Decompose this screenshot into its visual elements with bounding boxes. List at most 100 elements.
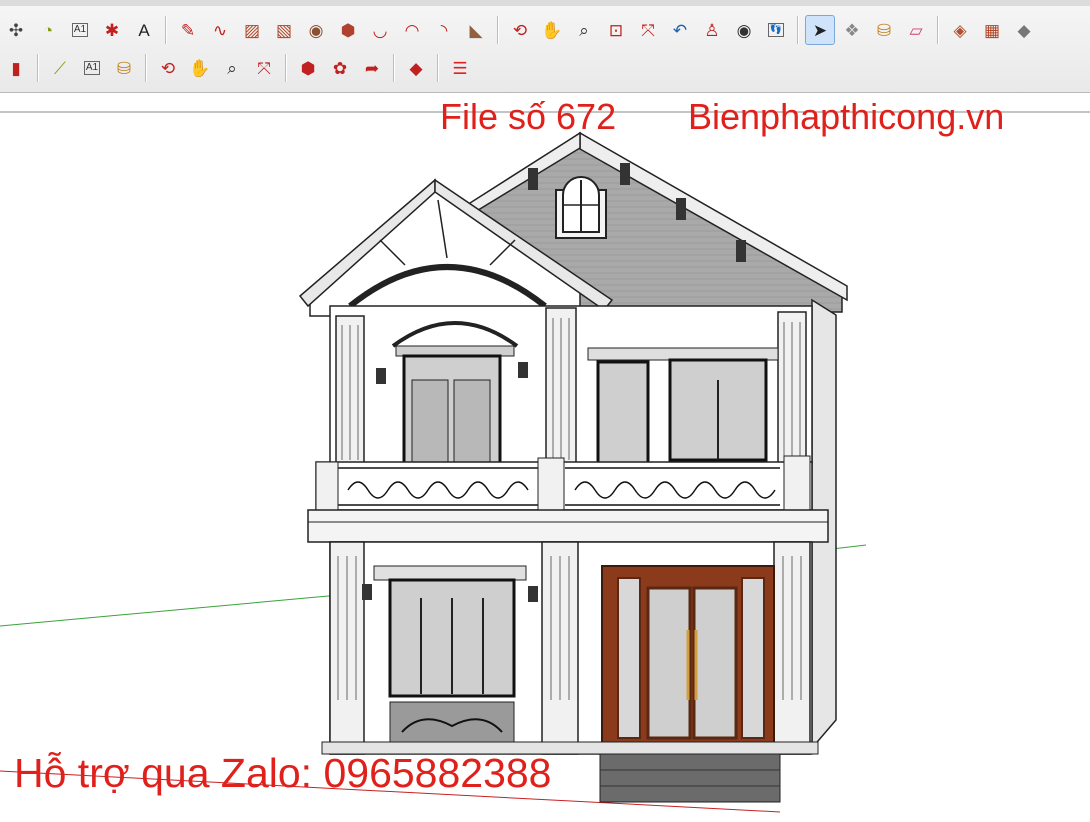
paint-button[interactable]: ⛁ bbox=[109, 53, 139, 83]
orbit-icon: ⟲ bbox=[512, 20, 528, 40]
floor-slab bbox=[307, 509, 829, 543]
dimension-text-button[interactable]: A1 bbox=[77, 53, 107, 83]
push-pull-button[interactable]: ▮ bbox=[1, 53, 31, 83]
pan-small-button[interactable]: ✋ bbox=[185, 53, 215, 83]
circle-button[interactable]: ◉ bbox=[301, 15, 331, 45]
components-icon: ✿ bbox=[332, 58, 348, 78]
eraser-icon: ▱ bbox=[909, 20, 923, 40]
grid-button[interactable]: ▦ bbox=[977, 15, 1007, 45]
watermark-file-number: File số 672 bbox=[440, 96, 617, 137]
paint-bucket-button[interactable]: ⛁ bbox=[869, 15, 899, 45]
look-around-button[interactable]: ◉ bbox=[729, 15, 759, 45]
toolbar-separator bbox=[497, 16, 499, 44]
rotated-rectangle-button[interactable]: ▧ bbox=[269, 15, 299, 45]
tape-measure-icon: ⟋ bbox=[54, 58, 66, 78]
arc-icon: ◡ bbox=[372, 20, 388, 40]
ruby-extension-icon: ◆ bbox=[409, 58, 423, 78]
entry-steps bbox=[599, 753, 781, 803]
warehouse-icon: ⬢ bbox=[300, 58, 316, 78]
sandbox-icon: ◈ bbox=[953, 20, 967, 40]
zoom-button[interactable]: ⌕ bbox=[569, 15, 599, 45]
layers-icon: ☰ bbox=[452, 58, 468, 78]
toolbar-separator bbox=[393, 54, 395, 82]
pie-icon: ◣ bbox=[469, 20, 483, 40]
toolbar-separator bbox=[165, 16, 167, 44]
three-point-arc-icon: ◝ bbox=[440, 20, 448, 40]
zoom-extents-button[interactable]: ⤧ bbox=[633, 15, 663, 45]
more-tools-icon: ◆ bbox=[1017, 20, 1031, 40]
zoom-window-icon: ⊡ bbox=[608, 20, 624, 40]
toolbar-separator bbox=[797, 16, 799, 44]
3d-text-button[interactable]: A bbox=[129, 15, 159, 45]
more-tools-button[interactable]: ◆ bbox=[1009, 15, 1039, 45]
paint-bucket-icon: ⛁ bbox=[876, 20, 892, 40]
zoom-window-button[interactable]: ⊡ bbox=[601, 15, 631, 45]
protractor-tool-icon: ◔ bbox=[42, 20, 54, 40]
upper-door-right-a bbox=[596, 360, 650, 466]
pan-icon: ✋ bbox=[541, 20, 563, 40]
axes-button[interactable]: ✱ bbox=[97, 15, 127, 45]
pie-button[interactable]: ◣ bbox=[461, 15, 491, 45]
freehand-icon: ∿ bbox=[212, 20, 228, 40]
pan-button[interactable]: ✋ bbox=[537, 15, 567, 45]
freehand-button[interactable]: ∿ bbox=[205, 15, 235, 45]
make-component-button[interactable]: ❖ bbox=[837, 15, 867, 45]
two-point-arc-button[interactable]: ◠ bbox=[397, 15, 427, 45]
zoom-small-button[interactable]: ⌕ bbox=[217, 53, 247, 83]
toolbar-row-drawing: ✣ ◔ A1 ✱ A ✎ ∿ ▨ ▧ ◉ ⬢ ◡ ◠ ◝ ◣ ⟲ ✋ ⌕ ⊡ ⤧ ↶ ♙ ◉ 👣 ➤ ❖ ⛁ ▱ ◈ ▦ ◆ bbox=[0, 12, 1040, 48]
three-point-arc-button[interactable]: ◝ bbox=[429, 15, 459, 45]
toolbar-separator bbox=[437, 54, 439, 82]
watermark-website: Bienphapthicong.vn bbox=[688, 96, 1005, 137]
green-axis-line bbox=[0, 591, 373, 627]
eraser-button[interactable]: ▱ bbox=[901, 15, 931, 45]
zoom-extents-small-button[interactable]: ⤧ bbox=[249, 53, 279, 83]
pan-small-icon: ✋ bbox=[189, 58, 211, 78]
polygon-button[interactable]: ⬢ bbox=[333, 15, 363, 45]
axes-tool-icon: ✣ bbox=[8, 20, 24, 40]
share-model-button[interactable]: ➦ bbox=[357, 53, 387, 83]
walk-button[interactable]: 👣 bbox=[761, 15, 791, 45]
arc-button[interactable]: ◡ bbox=[365, 15, 395, 45]
ruby-extension-button[interactable]: ◆ bbox=[401, 53, 431, 83]
select-arrow-button[interactable]: ➤ bbox=[805, 15, 835, 45]
main-entry-door-leaf-right bbox=[692, 586, 738, 740]
watermark-zalo-support: Hỗ trợ qua Zalo: 0965882388 bbox=[14, 750, 552, 796]
pencil-line-icon: ✎ bbox=[180, 20, 196, 40]
toolbar-separator bbox=[145, 54, 147, 82]
sandbox-button[interactable]: ◈ bbox=[945, 15, 975, 45]
orbit-small-button[interactable]: ⟲ bbox=[153, 53, 183, 83]
pencil-line-button[interactable]: ✎ bbox=[173, 15, 203, 45]
rectangle-icon: ▨ bbox=[243, 20, 261, 40]
look-around-icon: ◉ bbox=[736, 20, 752, 40]
toolbar-area: ✣ ◔ A1 ✱ A ✎ ∿ ▨ ▧ ◉ ⬢ ◡ ◠ ◝ ◣ ⟲ ✋ ⌕ ⊡ ⤧ ↶ ♙ ◉ 👣 ➤ ❖ ⛁ ▱ ◈ ▦ ◆ ▮ ⟋ A1 ⛁ ⟲ ✋… bbox=[0, 0, 1090, 93]
house-model-render bbox=[0, 111, 1090, 813]
axes-tool-button[interactable]: ✣ bbox=[1, 15, 31, 45]
rectangle-button[interactable]: ▨ bbox=[237, 15, 267, 45]
dimension-text-icon: A1 bbox=[83, 61, 101, 75]
position-camera-button[interactable]: ♙ bbox=[697, 15, 727, 45]
position-camera-icon: ♙ bbox=[704, 20, 720, 40]
main-entry-door-leaf-left bbox=[646, 586, 692, 740]
toolbar-top-strip bbox=[0, 0, 1090, 6]
warehouse-button[interactable]: ⬢ bbox=[293, 53, 323, 83]
orbit-button[interactable]: ⟲ bbox=[505, 15, 535, 45]
share-model-icon: ➦ bbox=[364, 58, 380, 78]
toolbar-separator bbox=[37, 54, 39, 82]
components-button[interactable]: ✿ bbox=[325, 53, 355, 83]
two-point-arc-icon: ◠ bbox=[404, 20, 420, 40]
rotated-rectangle-icon: ▧ bbox=[275, 20, 293, 40]
previous-view-button[interactable]: ↶ bbox=[665, 15, 695, 45]
model-viewport[interactable]: File số 672 Bienphapthicong.vn Hỗ trợ qu… bbox=[0, 93, 1090, 822]
toolbar-row-secondary: ▮ ⟋ A1 ⛁ ⟲ ✋ ⌕ ⤧ ⬢ ✿ ➦ ◆ ☰ bbox=[0, 50, 476, 86]
axes-icon: ✱ bbox=[104, 20, 120, 40]
3d-text-icon: A bbox=[138, 20, 150, 40]
zoom-extents-small-icon: ⤧ bbox=[257, 58, 271, 78]
tape-measure-button[interactable]: ⟋ bbox=[45, 53, 75, 83]
circle-icon: ◉ bbox=[308, 20, 324, 40]
protractor-tool-button[interactable]: ◔ bbox=[33, 15, 63, 45]
layers-button[interactable]: ☰ bbox=[445, 53, 475, 83]
paint-icon: ⛁ bbox=[116, 58, 132, 78]
text-tool-button[interactable]: A1 bbox=[65, 15, 95, 45]
text-tool-icon: A1 bbox=[71, 23, 89, 37]
toolbar-separator bbox=[937, 16, 939, 44]
